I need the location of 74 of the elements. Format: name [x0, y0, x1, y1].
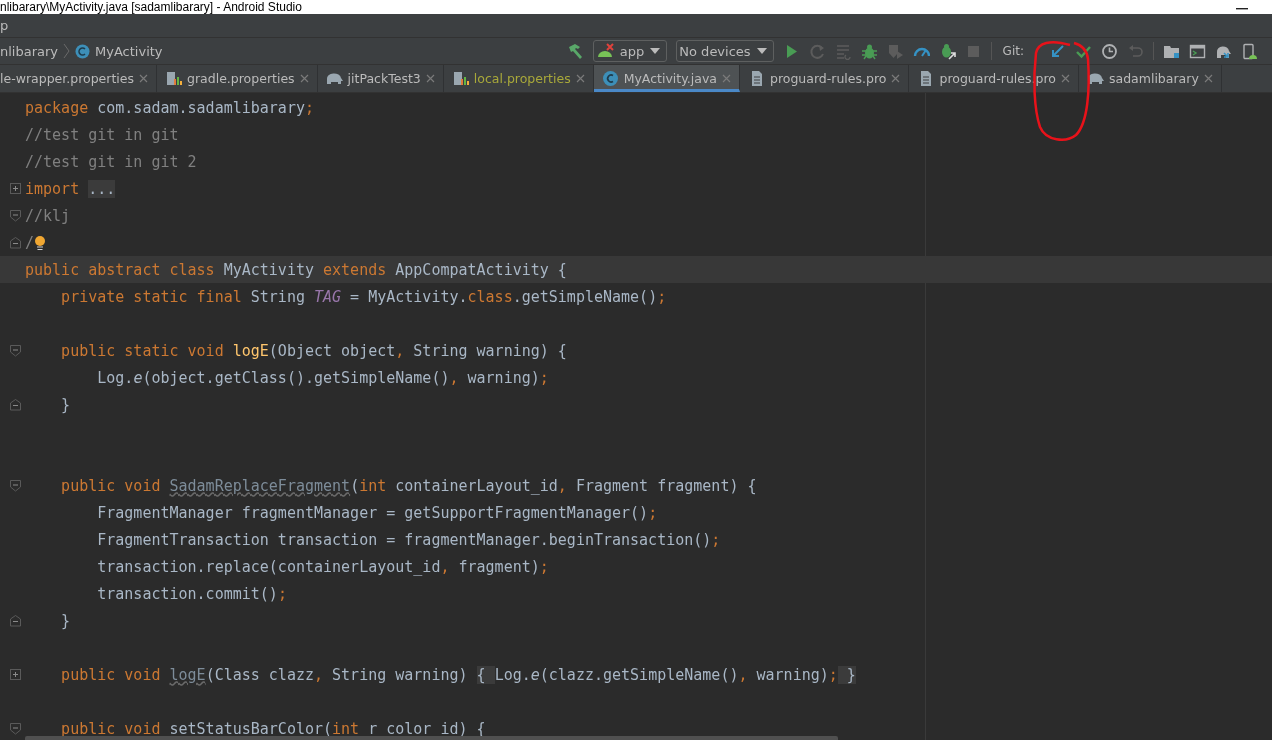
- tab-label: MyActivity.java: [623, 71, 717, 86]
- breadcrumb-item[interactable]: MyActivity: [95, 43, 163, 59]
- code-line: //klj: [25, 206, 71, 225]
- fold-expand-icon[interactable]: [10, 182, 21, 195]
- run-configuration-dropdown[interactable]: app: [592, 40, 668, 62]
- code-line: }: [60, 611, 71, 630]
- fold-start-icon[interactable]: [10, 344, 21, 357]
- properties-file-icon: [451, 70, 469, 87]
- editor-tab[interactable]: gradle.properties: [157, 65, 318, 92]
- code-line: public void SadamReplaceFragment(int containerLayout_id, Fragment fragment) {: [60, 476, 757, 495]
- elephant-icon: [325, 70, 343, 87]
- editor-tab[interactable]: MyActivity.java: [593, 65, 740, 92]
- close-icon[interactable]: [139, 74, 148, 83]
- editor-tab[interactable]: sadamlibarary: [1079, 65, 1222, 92]
- lightbulb-icon: [34, 234, 47, 251]
- editor-tab[interactable]: le-wrapper.properties: [0, 65, 157, 92]
- android-error-icon: [595, 43, 614, 59]
- device-dropdown[interactable]: No devices: [676, 40, 774, 62]
- code-line: }: [60, 395, 71, 414]
- code-line: transaction.replace(containerLayout_id, fragment);: [96, 557, 549, 576]
- class-icon: [75, 43, 91, 59]
- code-line: Log.e(object.getClass().getSimpleName(), warning);: [96, 368, 549, 387]
- tab-label: local.properties: [473, 71, 571, 86]
- menu-item[interactable]: p: [0, 18, 11, 33]
- tab-label: sadamlibarary: [1109, 71, 1199, 86]
- tab-label: le-wrapper.properties: [0, 71, 134, 86]
- code-line: //test git in git 2: [25, 152, 197, 171]
- fold-end-icon[interactable]: [10, 614, 21, 627]
- tab-label: gradle.properties: [187, 71, 295, 86]
- close-icon[interactable]: [1061, 74, 1070, 83]
- close-icon[interactable]: [722, 74, 731, 83]
- close-icon[interactable]: [575, 74, 585, 83]
- elephant-icon: [1087, 70, 1104, 87]
- code-line: private static final String TAG = MyActivity.class.getSimpleName();: [60, 287, 667, 306]
- fold-expand-icon[interactable]: [10, 668, 21, 681]
- bug-icon[interactable]: [860, 42, 878, 60]
- fold-start-icon[interactable]: [10, 209, 21, 222]
- code-line: public abstract class MyActivity extends AppCompatActivity {: [25, 260, 567, 279]
- git-label: Git:: [1002, 44, 1024, 58]
- breadcrumb-item[interactable]: nlibarary: [0, 43, 59, 59]
- code-line: //test git in git: [25, 125, 179, 144]
- minimize-icon[interactable]: [1236, 7, 1248, 11]
- editor-tab[interactable]: local.properties: [443, 65, 594, 92]
- close-icon[interactable]: [1203, 74, 1213, 83]
- code-line: public void logE(Class clazz, String warning) { Log.e(clazz.getSimpleName(), warning); }: [60, 665, 856, 684]
- window-title: nlibarary\MyActivity.java [sadamlibarary] - Android Studio: [0, 0, 302, 14]
- chevron-icon: [63, 43, 71, 59]
- phone-icon[interactable]: [1241, 42, 1258, 60]
- close-icon[interactable]: [425, 74, 435, 83]
- editor-tab[interactable]: proguard-rules.pro: [740, 65, 910, 92]
- caret-icon: [756, 48, 767, 54]
- editor-tab[interactable]: jitPackTest3: [317, 65, 444, 92]
- tab-label: jitPackTest3: [347, 71, 421, 86]
- fold-end-icon[interactable]: [10, 398, 21, 411]
- fold-end-icon[interactable]: [10, 236, 21, 249]
- code-line: import ...: [25, 179, 116, 198]
- code-line: package com.sadam.sadamlibarary;: [25, 98, 314, 117]
- hammer-icon[interactable]: [566, 42, 584, 60]
- code-line: public static void logE(Object object, String warning) {: [60, 341, 567, 360]
- close-icon[interactable]: [299, 74, 309, 83]
- arrow-icon[interactable]: [1049, 42, 1066, 60]
- code-line: FragmentTransaction transaction = fragmentManager.beginTransaction();: [96, 530, 721, 549]
- caret-icon: [650, 48, 661, 54]
- code-line: transaction.commit();: [96, 584, 287, 603]
- class-icon: [601, 70, 619, 87]
- close-icon[interactable]: [891, 74, 901, 83]
- fold-start-icon[interactable]: [10, 722, 21, 735]
- code-line: /: [25, 233, 35, 252]
- fold-start-icon[interactable]: [10, 479, 21, 492]
- properties-file-icon: [165, 70, 182, 87]
- terminal-icon[interactable]: [1189, 42, 1206, 60]
- tab-label: proguard-rules.pro: [770, 71, 887, 86]
- code-line: FragmentManager fragmentManager = getSupportFragmentManager();: [96, 503, 658, 522]
- clock-icon[interactable]: [1101, 42, 1118, 60]
